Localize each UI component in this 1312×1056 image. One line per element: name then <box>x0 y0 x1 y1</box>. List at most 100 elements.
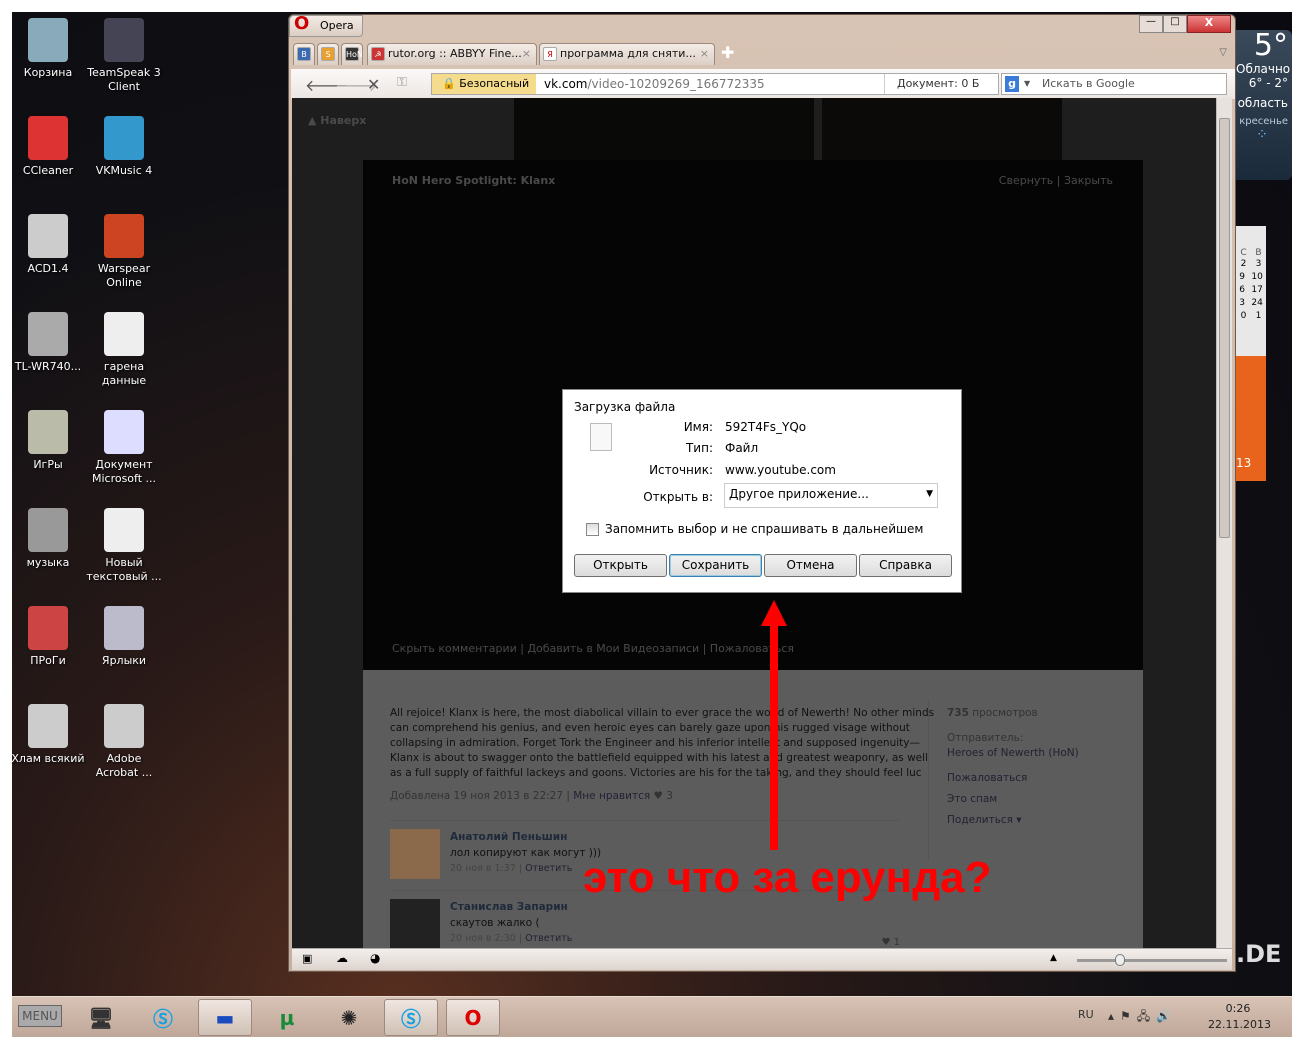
desktop-icon[interactable]: Warspear Online <box>86 214 162 290</box>
calendar-day[interactable]: 3 <box>1256 258 1262 271</box>
cancel-button[interactable]: Отмена <box>764 554 857 577</box>
chevron-down-icon[interactable]: ▼ <box>1024 74 1030 94</box>
weather-gadget[interactable]: 5° Облачно 6° - 2° область кресенье ⁘ <box>1236 30 1292 180</box>
save-button[interactable]: Сохранить <box>669 554 762 577</box>
desktop-icon-image <box>104 214 144 258</box>
close-video-link[interactable]: Закрыть <box>1064 174 1113 187</box>
calendar-day[interactable]: 2 <box>1241 258 1247 271</box>
heart-icon[interactable]: ♥ <box>654 790 663 802</box>
reply-link[interactable]: Ответить <box>525 863 572 874</box>
view-menu-icon[interactable]: ▲ <box>1050 953 1057 963</box>
minimize-video-link[interactable]: Свернуть <box>999 174 1054 187</box>
remember-label[interactable]: Запомнить выбор и не спрашивать в дальне… <box>605 522 923 536</box>
taskbar-app-icon[interactable]: 🖥 <box>74 999 128 1036</box>
url[interactable]: vk.com/video-10209269_166772335 <box>544 74 765 94</box>
open-in-select[interactable]: Другое приложение... ▼ <box>724 483 938 508</box>
calendar-day[interactable]: 0 <box>1241 310 1247 323</box>
open-button[interactable]: Открыть <box>574 554 667 577</box>
calendar-day[interactable]: 24 <box>1251 297 1262 310</box>
desktop-icon[interactable]: музыка <box>10 508 86 570</box>
calendar-gadget[interactable]: С В 2 3 9 10 6 17 3 24 0 1 13 <box>1236 226 1266 481</box>
browser-tab[interactable]: HoN <box>341 43 363 65</box>
sender-link[interactable]: Heroes of Newerth (HoN) <box>947 746 1079 761</box>
browser-tab[interactable]: Япрограмма для сняти... × <box>539 43 715 65</box>
address-bar[interactable]: 🔒 Безопасный vk.com/video-10209269_16677… <box>431 73 999 95</box>
back-to-top-link[interactable]: ▲ Наверх <box>308 114 366 127</box>
video-thumbnail[interactable] <box>514 98 814 160</box>
desktop-icon[interactable]: Ярлыки <box>86 606 162 668</box>
avatar[interactable] <box>390 829 440 879</box>
desktop-icon[interactable]: ИгРы <box>10 410 86 472</box>
minimize-button[interactable]: — <box>1139 15 1163 33</box>
like-button[interactable]: Мне нравится <box>573 790 650 802</box>
language-indicator[interactable]: RU <box>1078 1008 1094 1021</box>
new-tab-button[interactable]: ✚ <box>721 43 734 62</box>
reply-link[interactable]: Ответить <box>525 933 572 944</box>
calendar-day[interactable]: 10 <box>1251 271 1262 284</box>
desktop-icon[interactable]: Новый текстовый ... <box>86 508 162 584</box>
desktop-icon[interactable]: TL-WR740... <box>10 312 86 374</box>
desktop-icon[interactable]: CCleaner <box>10 116 86 178</box>
turbo-icon[interactable]: ◕ <box>370 951 380 965</box>
opera-unite-icon[interactable]: ☁ <box>336 951 348 965</box>
zoom-slider[interactable] <box>1077 954 1227 966</box>
taskbar-app-icon[interactable]: ✺ <box>322 999 376 1036</box>
desktop-icon[interactable]: гарена данные <box>86 312 162 388</box>
clock[interactable]: 0:26 22.11.2013 <box>1208 1002 1271 1031</box>
heart-icon: ♥ <box>881 937 894 948</box>
calendar-day[interactable]: 1 <box>1256 310 1262 323</box>
browser-tab[interactable]: ☭ rutor.org :: ABBYY Fine... × <box>367 43 537 65</box>
search-field[interactable]: g ▼ Искать в Google <box>1001 73 1227 95</box>
description-line: Klanx is about to swagger onto the battl… <box>390 752 928 764</box>
scrollbar[interactable] <box>1216 98 1232 948</box>
comment-author[interactable]: Анатолий Пеньшин <box>450 829 900 845</box>
desktop-icon[interactable]: ACD1.4 <box>10 214 86 276</box>
security-badge[interactable]: 🔒 Безопасный <box>432 74 536 94</box>
desktop-icon[interactable]: Документ Microsoft ... <box>86 410 162 486</box>
scrollbar-thumb[interactable] <box>1219 118 1230 538</box>
desktop-icon[interactable]: Adobe Acrobat ... <box>86 704 162 780</box>
browser-tab[interactable]: В <box>293 43 315 65</box>
video-thumbnail[interactable] <box>822 98 1062 160</box>
skype-icon[interactable]: Ⓢ <box>384 999 438 1036</box>
opera-icon[interactable]: O <box>446 999 500 1036</box>
sidebar-link[interactable]: Это спам <box>947 792 1079 807</box>
tab-favicon-icon: Я <box>543 47 557 61</box>
avatar[interactable] <box>390 899 440 948</box>
stop-button[interactable]: ✕ <box>367 75 380 94</box>
panel-toggle-icon[interactable]: ▣ <box>302 952 312 965</box>
rain-icon: ⁘ <box>1256 127 1268 143</box>
calendar-day[interactable]: 9 <box>1239 271 1245 284</box>
help-button[interactable]: Справка <box>859 554 952 577</box>
video-action-link[interactable]: Скрыть комментарии <box>392 642 517 655</box>
browser-tab[interactable]: S <box>317 43 339 65</box>
tray-icons[interactable]: ▴⚑🖧🔊 <box>1108 1007 1177 1028</box>
close-tab-icon[interactable]: × <box>522 44 531 64</box>
skype-icon[interactable]: Ⓢ <box>136 999 190 1036</box>
remember-checkbox[interactable] <box>586 523 599 536</box>
taskbar-drive-icon[interactable]: ▬ <box>198 999 252 1036</box>
sidebar-link[interactable]: Поделиться ▾ <box>947 813 1079 828</box>
close-button[interactable]: X <box>1187 15 1231 33</box>
desktop-icon[interactable]: TeamSpeak 3 Client <box>86 18 162 94</box>
start-menu-button[interactable]: MENU <box>18 1005 62 1027</box>
utorrent-icon[interactable]: µ <box>260 999 314 1036</box>
desktop-icon[interactable]: Корзина <box>10 18 86 80</box>
desktop-icon[interactable]: ПРоГи <box>10 606 86 668</box>
calendar-row: 9 10 <box>1236 271 1266 284</box>
comment-likes[interactable]: ♥ 1 <box>881 937 900 948</box>
calendar-day[interactable]: 17 <box>1251 284 1262 297</box>
tab-menu-icon[interactable]: ▽ <box>1219 47 1227 58</box>
maximize-button[interactable]: □ <box>1163 15 1187 33</box>
close-tab-icon[interactable]: × <box>700 44 709 64</box>
video-action-link[interactable]: Добавить в Мои Видеозаписи <box>527 642 699 655</box>
opera-menu-button[interactable]: O Opera <box>289 14 363 37</box>
google-icon[interactable]: g <box>1005 76 1019 92</box>
key-icon[interactable]: ⚿ <box>397 75 407 90</box>
calendar-day[interactable]: 6 <box>1239 284 1245 297</box>
sidebar-link[interactable]: Пожаловаться <box>947 771 1079 786</box>
desktop-icon[interactable]: Хлам всякий <box>10 704 86 766</box>
desktop-icon[interactable]: VKMusic 4 <box>86 116 162 178</box>
calendar-day[interactable]: 3 <box>1239 297 1245 310</box>
video-action-link[interactable]: Пожаловаться <box>710 642 794 655</box>
